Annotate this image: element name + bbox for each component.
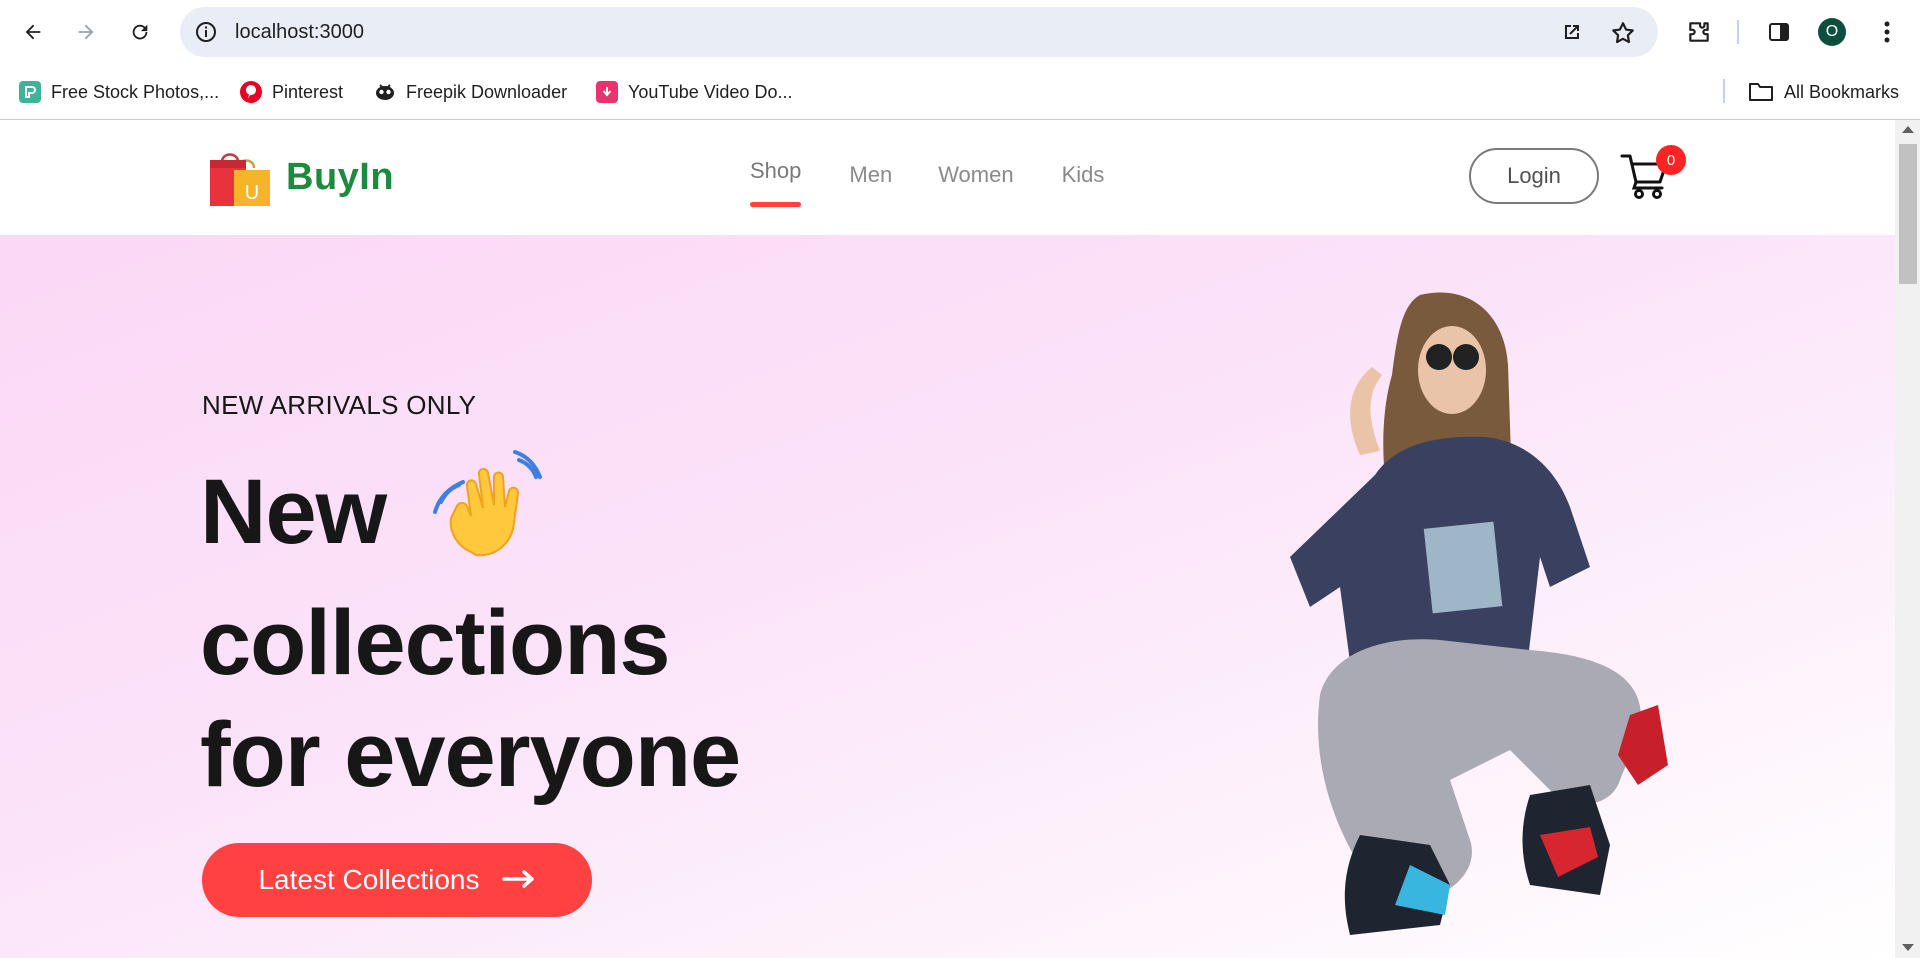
side-panel-icon[interactable] [1763, 16, 1795, 48]
all-bookmarks-label: All Bookmarks [1784, 81, 1900, 102]
browser-toolbar: localhost:3000 O [0, 0, 1920, 65]
headline-line-3: for everyone [200, 704, 741, 806]
site-info-icon[interactable] [194, 20, 218, 49]
headline-line-1: New [200, 460, 387, 563]
folder-icon [1749, 83, 1773, 101]
url-text[interactable]: localhost:3000 [235, 21, 364, 44]
all-bookmarks-button[interactable]: All Bookmarks [1748, 78, 1899, 106]
reload-icon [132, 24, 148, 40]
freepik-stock-icon [19, 81, 41, 103]
scroll-down-arrow-icon[interactable] [1902, 944, 1914, 951]
arrow-right-icon [501, 864, 536, 896]
latest-collections-button[interactable]: Latest Collections [202, 843, 592, 917]
main-nav: Shop Men Women Kids [750, 158, 1105, 207]
reload-button[interactable] [124, 16, 156, 48]
bookmark-item[interactable]: Pinterest [240, 78, 343, 106]
svg-text:U: U [245, 182, 259, 204]
freepik-downloader-icon [374, 81, 396, 103]
bookmark-item[interactable]: Freepik Downloader [374, 78, 567, 106]
nav-label: Men [849, 162, 893, 187]
forward-button[interactable] [70, 16, 102, 48]
active-nav-indicator [750, 202, 802, 207]
profile-avatar[interactable]: O [1818, 18, 1846, 46]
youtube-downloader-icon [596, 81, 618, 103]
nav-label: Shop [750, 158, 802, 183]
bookmark-label: Pinterest [272, 81, 344, 102]
hero-eyebrow: NEW ARRIVALS ONLY [202, 390, 477, 420]
headline-line-2: collections [200, 592, 671, 694]
bookmark-label: YouTube Video Do... [628, 81, 793, 102]
bookmark-label: Free Stock Photos,... [51, 81, 220, 102]
forward-arrow-icon [78, 24, 94, 40]
nav-label: Kids [1061, 162, 1105, 187]
brand-name: BuyIn [286, 155, 395, 198]
nav-item-shop[interactable]: Shop [750, 158, 802, 207]
browser-menu-icon[interactable] [1871, 16, 1903, 48]
nav-item-men[interactable]: Men [849, 162, 892, 188]
pinterest-icon [240, 81, 262, 103]
waving-hand-icon [431, 450, 543, 587]
bookmark-star-icon[interactable] [1610, 20, 1636, 51]
scrollbar-thumb[interactable] [1899, 144, 1917, 284]
nav-item-women[interactable]: Women [938, 162, 1013, 188]
nav-item-kids[interactable]: Kids [1062, 162, 1105, 188]
shopping-bag-icon: U [210, 153, 270, 206]
web-page: U BuyIn Shop Men Women Kids Login 0 NEW … [0, 120, 1895, 958]
brand-logo[interactable]: U BuyIn [208, 146, 394, 208]
cta-label: Latest Collections [258, 864, 480, 895]
login-button[interactable]: Login [1469, 148, 1599, 204]
hero-section: NEW ARRIVALS ONLY New collections for ev… [0, 235, 1895, 958]
page-scrollbar[interactable] [1895, 120, 1920, 958]
bookmarks-bar: Free Stock Photos,... Pinterest Freepik … [0, 65, 1920, 120]
back-arrow-icon [25, 24, 41, 40]
bookmarks-divider [1723, 79, 1725, 103]
address-bar[interactable]: localhost:3000 [180, 7, 1658, 57]
bookmark-item[interactable]: Free Stock Photos,... [19, 78, 219, 106]
nav-label: Women [938, 162, 1014, 187]
site-header: U BuyIn Shop Men Women Kids Login 0 [0, 120, 1895, 235]
bookmark-item[interactable]: YouTube Video Do... [596, 78, 792, 106]
toolbar-divider [1737, 20, 1739, 44]
open-in-window-icon[interactable] [1560, 20, 1584, 49]
extensions-icon[interactable] [1683, 16, 1715, 48]
back-button[interactable] [17, 16, 49, 48]
cart-count-badge: 0 [1656, 145, 1686, 175]
hero-headline: New collections for everyone [200, 450, 741, 811]
hero-model-image [1290, 292, 1668, 935]
bookmark-label: Freepik Downloader [406, 81, 568, 102]
scroll-up-arrow-icon[interactable] [1902, 126, 1914, 133]
